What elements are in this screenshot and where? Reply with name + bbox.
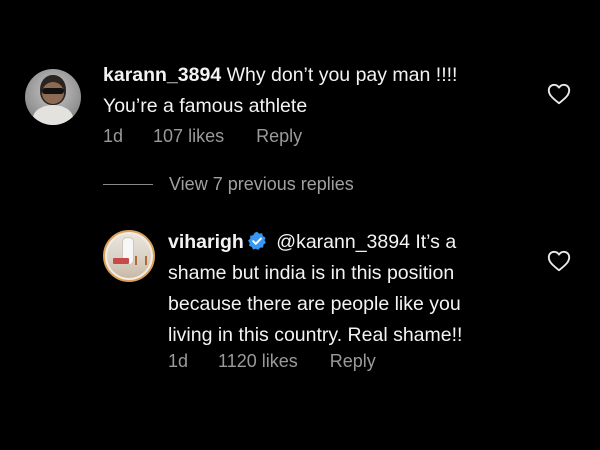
- verified-badge-icon: [247, 231, 266, 250]
- comment-meta: 1d 107 likes Reply: [103, 126, 302, 147]
- avatar-body: [33, 105, 73, 125]
- comment-text-line: because there are people like you: [168, 293, 461, 315]
- comment-text-line: Why don’t you pay man !!!!: [221, 64, 458, 86]
- divider: [103, 184, 153, 185]
- view-replies-label[interactable]: View 7 previous replies: [169, 174, 354, 195]
- reply-button[interactable]: Reply: [330, 351, 376, 372]
- comment-text-line: living in this country. Real shame!!: [168, 324, 463, 346]
- reply-button[interactable]: Reply: [256, 126, 302, 147]
- comment-text-line: shame but india is in this position: [168, 262, 455, 284]
- comment-meta: 1d 1120 likes Reply: [168, 351, 376, 372]
- heart-icon[interactable]: [547, 83, 571, 105]
- username[interactable]: viharigh: [168, 231, 244, 253]
- likes-count[interactable]: 107 likes: [153, 126, 224, 147]
- comment-text-line: @karann_3894 It’s a: [270, 231, 457, 253]
- comment-text: viharigh @karann_3894 It’s a shame but i…: [168, 227, 548, 351]
- timestamp: 1d: [168, 351, 189, 371]
- avatar[interactable]: [25, 69, 81, 125]
- comment-text: karann_3894 Why don’t you pay man !!!! Y…: [103, 60, 533, 122]
- view-previous-replies[interactable]: View 7 previous replies: [103, 174, 354, 195]
- avatar-stumps: [135, 256, 147, 265]
- timestamp: 1d: [103, 126, 124, 146]
- avatar[interactable]: [103, 230, 155, 282]
- avatar-banner: [113, 258, 129, 264]
- comment-text-line: You’re a famous athlete: [103, 95, 308, 117]
- username[interactable]: karann_3894: [103, 64, 221, 86]
- avatar-sunglasses: [42, 88, 64, 94]
- heart-icon[interactable]: [547, 250, 571, 272]
- likes-count[interactable]: 1120 likes: [218, 351, 298, 372]
